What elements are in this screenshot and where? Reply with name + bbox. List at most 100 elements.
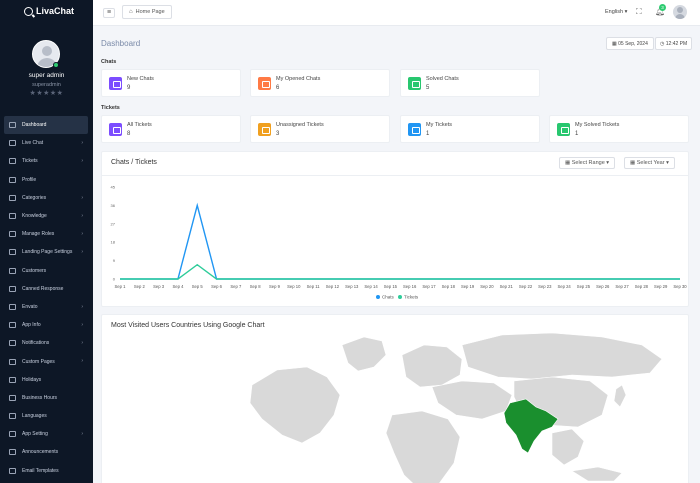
- chats-section-label: Chats: [101, 59, 117, 65]
- sidebar-item-manage-roles[interactable]: Manage Roles ›: [4, 225, 88, 243]
- legend-marker-tickets: [398, 295, 402, 299]
- series-line-chats: [120, 202, 680, 280]
- sidebar-item-languages[interactable]: Languages: [4, 407, 88, 425]
- stat-card-label: My Solved Tickets: [575, 122, 620, 128]
- legend-label-tickets[interactable]: Tickets: [404, 295, 419, 300]
- stat-card-my-tickets[interactable]: My Tickets 1: [400, 115, 540, 143]
- chevron-right-icon: ›: [81, 140, 83, 147]
- x-tick-label: Sep 14: [364, 284, 378, 289]
- x-tick-label: Sep 13: [345, 284, 359, 289]
- stat-card-solved-chats[interactable]: Solved Chats 5: [400, 69, 540, 97]
- chevron-right-icon: ›: [81, 303, 83, 310]
- stat-card-unassigned-tickets[interactable]: Unassigned Tickets 3: [250, 115, 390, 143]
- chevron-right-icon: ›: [81, 340, 83, 347]
- map-southeast-asia: [551, 428, 585, 466]
- x-tick-label: Sep 8: [250, 284, 262, 289]
- breadcrumb[interactable]: ⌂ Home Page: [122, 5, 172, 19]
- stat-card-value: 3: [276, 131, 280, 137]
- megaphone-icon: [9, 449, 16, 456]
- x-tick-label: Sep 10: [287, 284, 301, 289]
- hamburger-icon: ≡: [106, 9, 112, 16]
- breadcrumb-label: Home Page: [135, 8, 165, 15]
- sidebar-item-email-templates[interactable]: Email Templates: [4, 462, 88, 480]
- stat-card-all-tickets[interactable]: All Tickets 8: [101, 115, 241, 143]
- sidebar: LivaChat super admin superadmin ★★★★★ Da…: [0, 0, 93, 483]
- language-selector[interactable]: English ▾: [605, 9, 627, 15]
- y-tick-label: 36: [111, 203, 116, 208]
- sidebar-item-label: Custom Pages: [22, 358, 55, 365]
- leaf-icon: [9, 303, 16, 310]
- user-name: super admin: [28, 72, 65, 79]
- chevron-right-icon: ›: [81, 358, 83, 365]
- sidebar-item-categories[interactable]: Categories ›: [4, 189, 88, 207]
- stat-card-my-solved-tickets[interactable]: My Solved Tickets 1: [549, 115, 689, 143]
- x-tick-label: Sep 12: [326, 284, 340, 289]
- sidebar-item-label: Business Hours: [22, 394, 58, 401]
- sidebar-item-profile[interactable]: Profile: [4, 171, 88, 189]
- stat-card-label: Unassigned Tickets: [276, 122, 324, 128]
- sidebar-item-envato[interactable]: Envato ›: [4, 298, 88, 316]
- x-tick-label: Sep 11: [307, 284, 321, 289]
- x-tick-label: Sep 26: [596, 284, 610, 289]
- sidebar-item-holidays[interactable]: Holidays: [4, 371, 88, 389]
- sidebar-item-label: Tickets: [22, 158, 38, 165]
- x-tick-label: Sep 3: [153, 284, 165, 289]
- sidebar-item-knowledge[interactable]: Knowledge ›: [4, 207, 88, 225]
- stat-card-new-chats[interactable]: New Chats 9: [101, 69, 241, 97]
- sidebar-item-live-chat[interactable]: Live Chat ›: [4, 134, 88, 152]
- x-tick-label: Sep 7: [230, 284, 242, 289]
- sidebar-item-tickets[interactable]: Tickets ›: [4, 152, 88, 170]
- online-status-dot: [53, 62, 59, 68]
- brand-logo[interactable]: LivaChat: [24, 6, 74, 16]
- sidebar-item-dashboard[interactable]: Dashboard: [4, 116, 88, 135]
- stat-card-value: 9: [127, 85, 131, 91]
- info-icon: [9, 322, 16, 329]
- sidebar-item-label: Dashboard: [22, 122, 47, 129]
- chevron-right-icon: ›: [81, 194, 83, 201]
- sidebar-item-landing-page-settings[interactable]: Landing Page Settings ›: [4, 243, 88, 261]
- map-indonesia: [571, 466, 623, 482]
- x-tick-label: Sep 20: [480, 284, 494, 289]
- page-title: Dashboard: [101, 39, 141, 48]
- stat-card-label: All Tickets: [127, 122, 152, 128]
- x-tick-label: Sep 18: [442, 284, 456, 289]
- fullscreen-icon[interactable]: ⛶: [636, 7, 642, 17]
- sidebar-item-label: Notifications: [22, 340, 50, 347]
- layout-icon: [9, 249, 16, 256]
- sidebar-item-label: Envato: [22, 303, 38, 310]
- chevron-right-icon: ›: [81, 231, 83, 238]
- language-label: English: [605, 9, 624, 15]
- date-value: 05 Sep, 2024: [618, 41, 648, 47]
- x-tick-label: Sep 17: [422, 284, 436, 289]
- sidebar-item-notifications[interactable]: Notifications ›: [4, 334, 88, 352]
- sidebar-item-announcements[interactable]: Announcements: [4, 443, 88, 461]
- x-tick-label: Sep 22: [519, 284, 533, 289]
- y-tick-label: 18: [111, 240, 116, 245]
- legend-label-chats[interactable]: Chats: [382, 295, 395, 300]
- chevron-right-icon: ›: [81, 212, 83, 219]
- sidebar-item-label: Landing Page Settings: [22, 249, 73, 256]
- x-tick-label: Sep 2: [134, 284, 146, 289]
- sidebar-item-app-setting[interactable]: App Setting ›: [4, 425, 88, 443]
- sidebar-item-customers[interactable]: Customers: [4, 262, 88, 280]
- book-icon: [9, 213, 16, 220]
- chat-box-icon: [258, 77, 271, 90]
- stat-card-value: 1: [575, 131, 579, 137]
- menu-toggle-button[interactable]: ≡: [103, 8, 115, 18]
- profile-avatar[interactable]: [673, 5, 687, 19]
- stat-card-my-opened-chats[interactable]: My Opened Chats 6: [250, 69, 390, 97]
- chat-box-icon: [109, 123, 122, 136]
- calendar-icon: [9, 376, 16, 383]
- sidebar-item-custom-pages[interactable]: Custom Pages ›: [4, 352, 88, 370]
- sidebar-item-app-info[interactable]: App Info ›: [4, 316, 88, 334]
- sidebar-item-label: Announcements: [22, 449, 59, 456]
- sidebar-item-canned-response[interactable]: Canned Response: [4, 280, 88, 298]
- sidebar-item-label: Canned Response: [22, 285, 64, 292]
- sidebar-item-business-hours[interactable]: Business Hours: [4, 389, 88, 407]
- x-tick-label: Sep 25: [577, 284, 591, 289]
- world-map: [249, 332, 663, 483]
- chevron-right-icon: ›: [81, 322, 83, 329]
- series-line-tickets: [120, 263, 680, 280]
- x-tick-label: Sep 19: [461, 284, 475, 289]
- chat-box-icon: [557, 123, 570, 136]
